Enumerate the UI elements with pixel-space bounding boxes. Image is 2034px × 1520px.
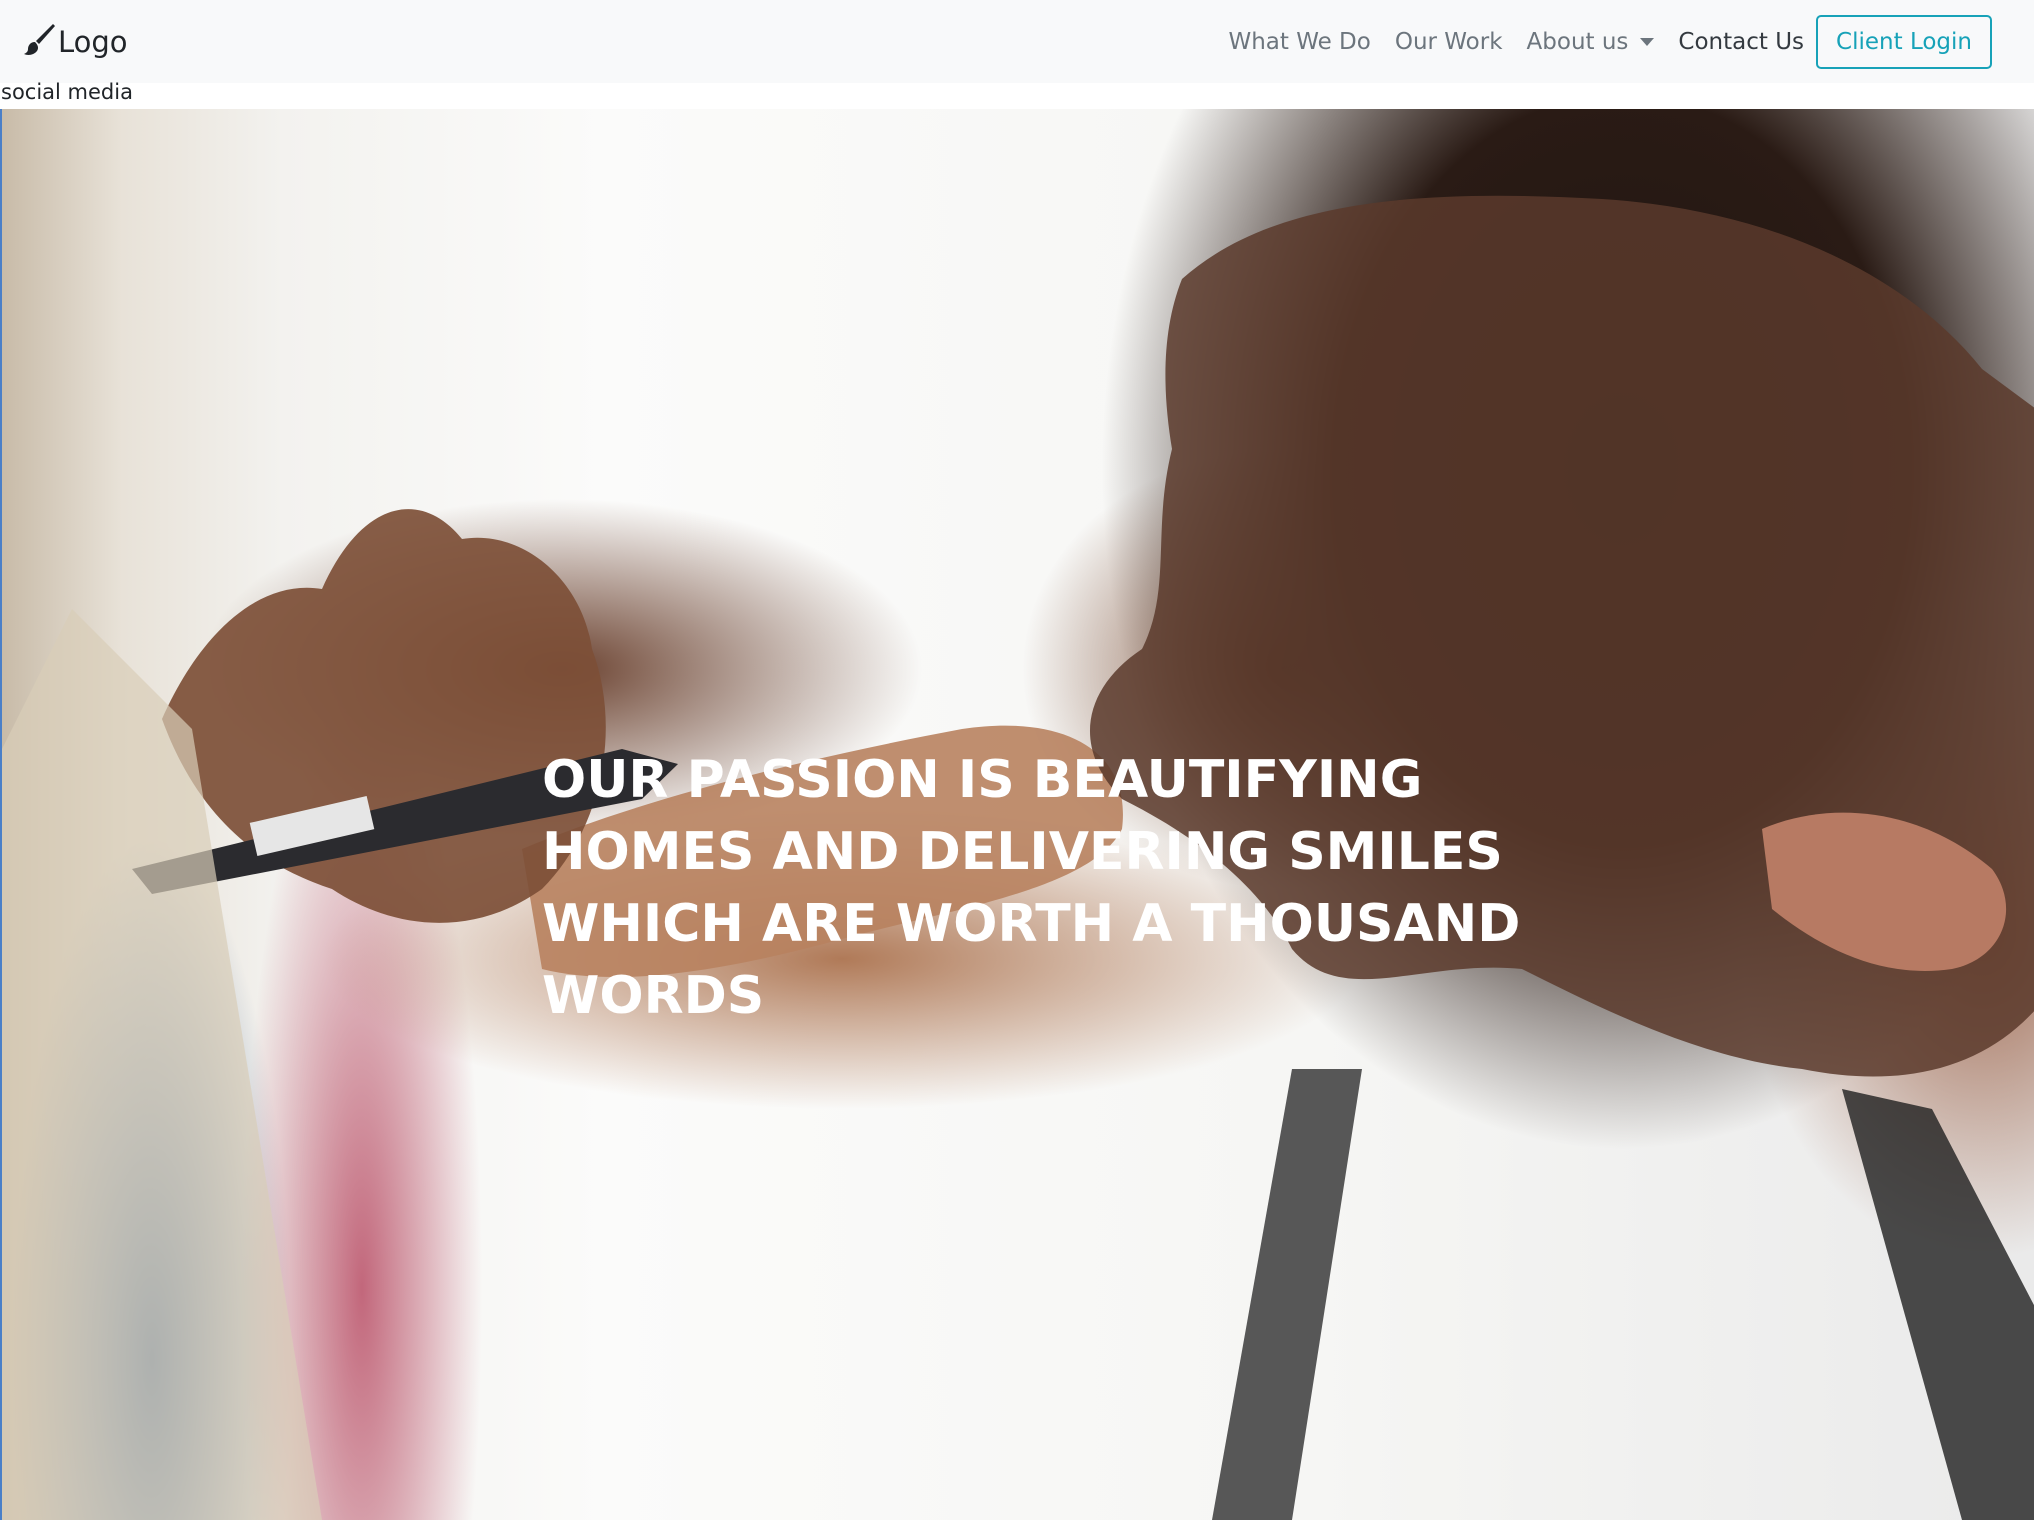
hero-headline: OUR PASSION IS BEAUTIFYING HOMES AND DEL…: [542, 750, 1521, 1026]
brand-logo-link[interactable]: Logo: [24, 0, 128, 83]
navbar: Logo What We Do Our Work About us Contac…: [0, 0, 2034, 83]
nav-dropdown-about-us-label: About us: [1526, 28, 1629, 55]
caret-down-icon: [1640, 37, 1655, 46]
nav-dropdown-about-us[interactable]: About us: [1527, 29, 1655, 55]
client-login-button[interactable]: Client Login: [1816, 14, 1992, 69]
brand-label: Logo: [58, 24, 128, 59]
social-media-placeholder: social media: [1, 80, 133, 104]
main-nav: What We Do Our Work About us Contact Us …: [1204, 0, 1992, 83]
nav-link-contact-us[interactable]: Contact Us: [1678, 29, 1804, 55]
nav-link-our-work[interactable]: Our Work: [1395, 29, 1503, 55]
nav-link-what-we-do[interactable]: What We Do: [1228, 29, 1370, 55]
paintbrush-icon: [24, 22, 58, 62]
hero-section: OUR PASSION IS BEAUTIFYING HOMES AND DEL…: [0, 109, 2034, 1520]
